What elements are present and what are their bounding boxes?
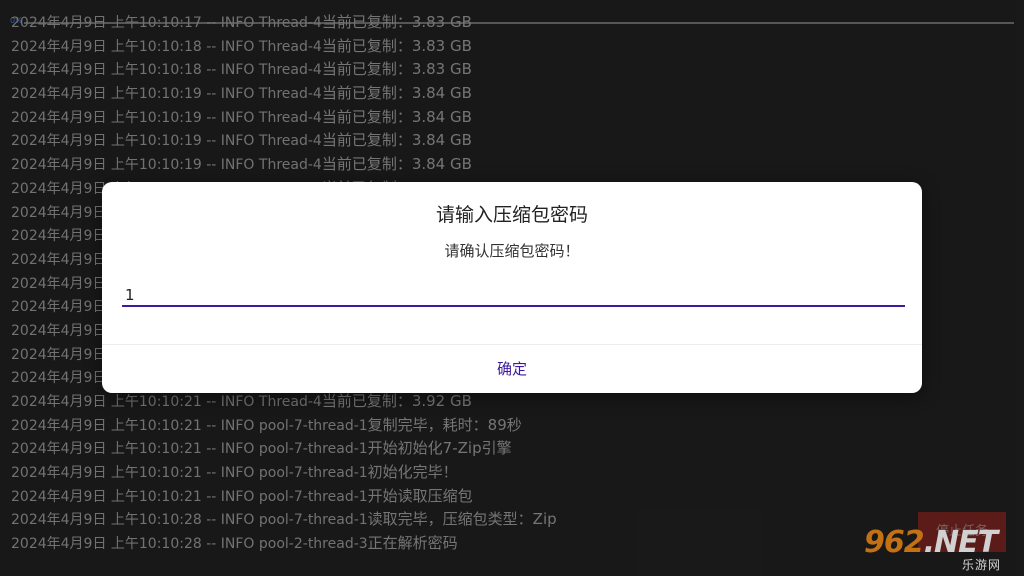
password-dialog: 请输入压缩包密码 请确认压缩包密码！ 确定: [102, 182, 922, 393]
screen: 0% 2024年4月9日 上午10:10:17 -- INFO Thread-4…: [0, 0, 1024, 576]
dialog-title: 请输入压缩包密码: [435, 204, 588, 226]
password-input[interactable]: [122, 285, 905, 307]
dialog-message: 请确认压缩包密码！: [444, 242, 580, 260]
confirm-button[interactable]: 确定: [102, 345, 922, 393]
